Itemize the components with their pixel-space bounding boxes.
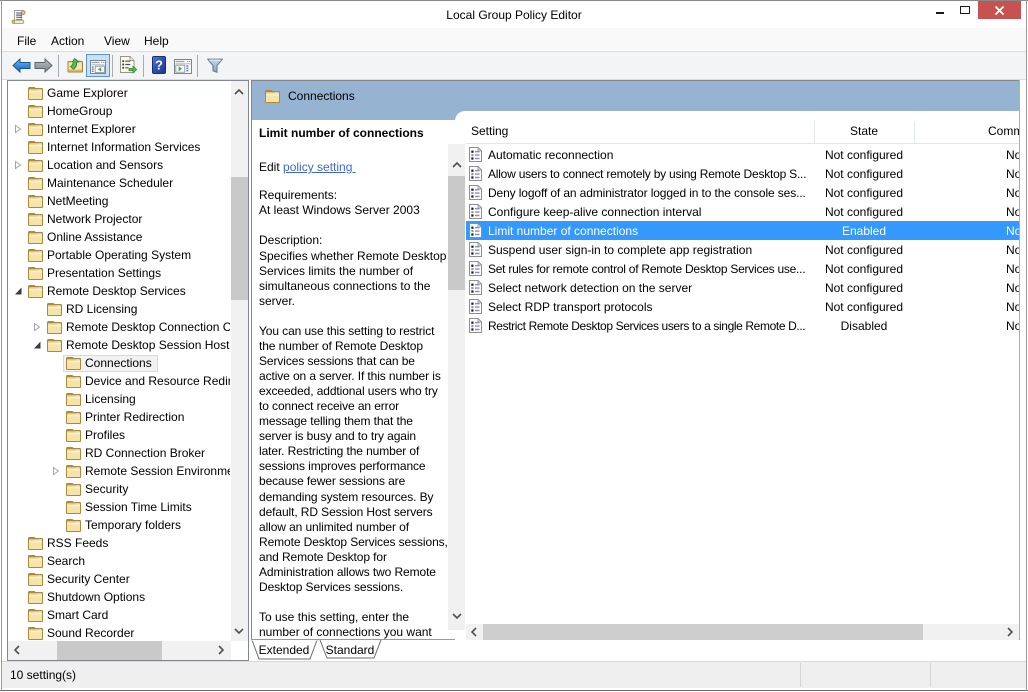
- svg-text:Standard: Standard: [326, 643, 375, 657]
- svg-text:Extended: Extended: [259, 643, 310, 657]
- svg-text:?: ?: [155, 58, 163, 73]
